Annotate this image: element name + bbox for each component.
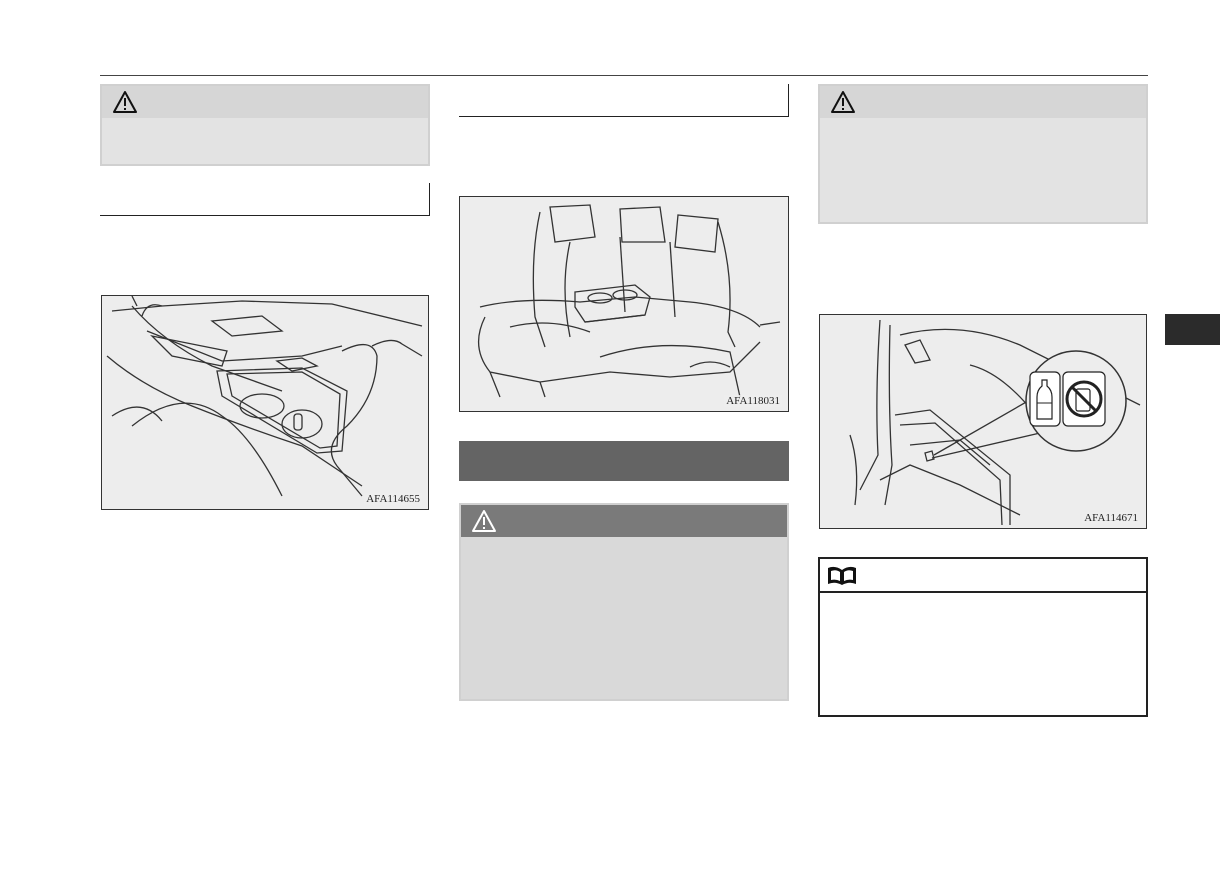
figure-code: AFA114671 xyxy=(1082,512,1140,524)
warning-body xyxy=(461,537,787,699)
warning-header xyxy=(102,86,428,118)
figure-code: AFA114655 xyxy=(364,493,422,505)
warning-body xyxy=(102,118,428,164)
warning-triangle-icon xyxy=(831,91,855,113)
figure-rear-armrest: AFA118031 xyxy=(459,196,789,412)
note-box xyxy=(818,557,1148,717)
warning-triangle-icon xyxy=(472,510,496,532)
warning-box-right xyxy=(818,84,1148,224)
warning-header xyxy=(461,505,787,537)
console-cupholder-illustration xyxy=(106,296,423,497)
section-heading-bracket-middle xyxy=(459,84,789,117)
rear-armrest-illustration xyxy=(478,204,781,398)
section-heading-bracket-left xyxy=(100,183,430,216)
page-top-rule xyxy=(100,75,1148,76)
open-book-icon xyxy=(828,566,856,585)
warning-body xyxy=(820,118,1146,222)
figure-console-cupholder: AFA114655 xyxy=(101,295,429,510)
door-pocket-illustration xyxy=(849,319,1141,526)
prohibited-can-icon xyxy=(1062,371,1106,427)
warning-triangle-icon xyxy=(113,91,137,113)
note-header xyxy=(820,559,1146,593)
warning-box-middle xyxy=(459,503,789,701)
section-title-bar xyxy=(459,441,789,481)
figure-door-pocket: AFA114671 xyxy=(819,314,1147,529)
figure-code: AFA118031 xyxy=(724,395,782,407)
bottle-icon xyxy=(1029,371,1061,427)
chapter-side-tab xyxy=(1165,314,1220,345)
warning-header xyxy=(820,86,1146,118)
warning-box-left xyxy=(100,84,430,166)
